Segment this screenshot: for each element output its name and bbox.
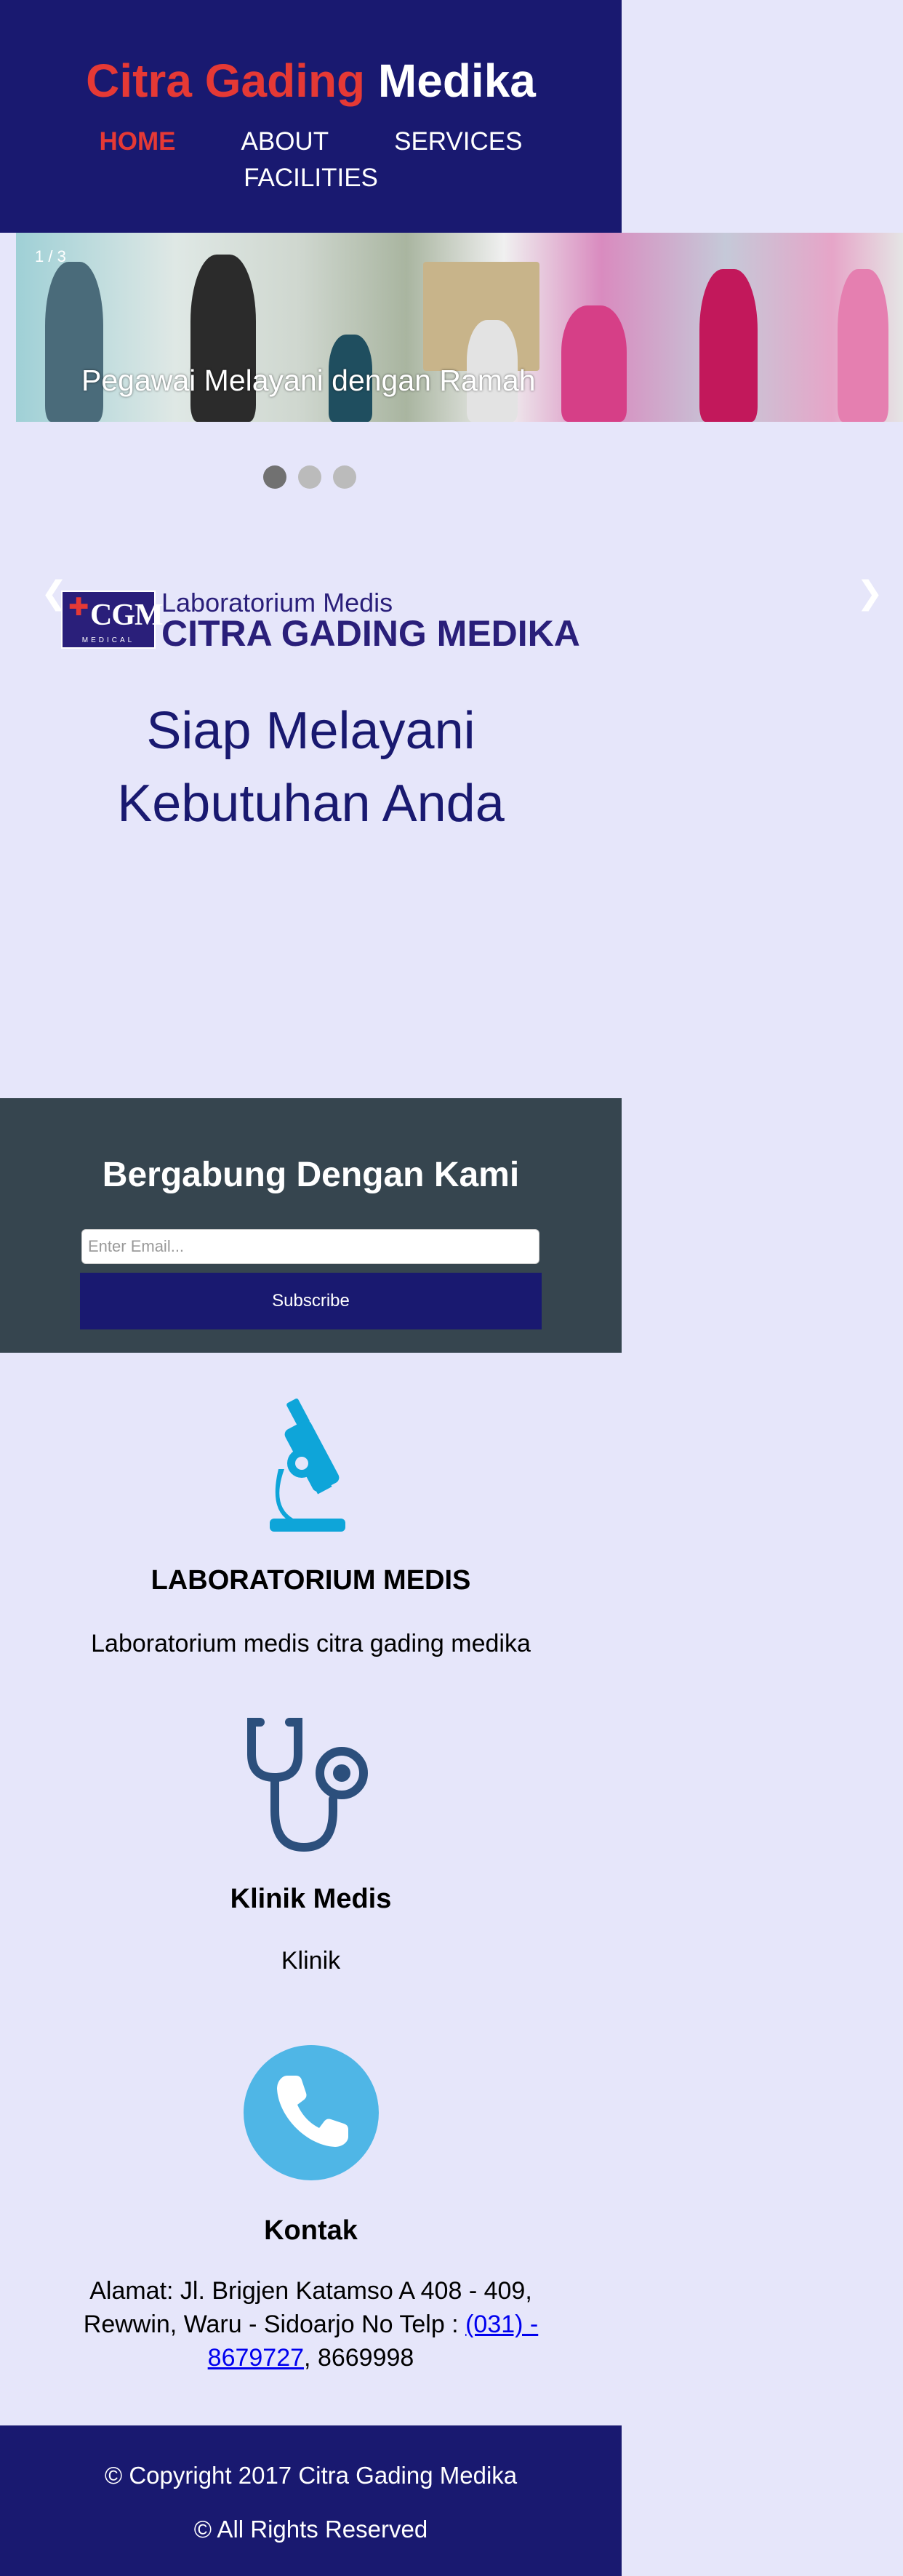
lab-title: CITRA GADING MEDIKA (161, 613, 580, 654)
phone-icon (0, 2044, 622, 2182)
slide-dot-2[interactable] (298, 465, 321, 489)
hero-line-2: Kebutuhan Anda (117, 775, 505, 833)
slide-dots (263, 465, 356, 489)
service-text: Klinik (281, 1947, 341, 1975)
footer-rights: © All Rights Reserved (193, 2516, 428, 2543)
phone-link-part1: (031) - (465, 2311, 539, 2338)
nav-home[interactable]: HOME (100, 124, 176, 160)
slide-dot-3[interactable] (333, 465, 356, 489)
contact-address: Alamat: Jl. Brigjen Katamso A 408 - 409,… (0, 2274, 622, 2375)
nav-about[interactable]: ABOUT (241, 124, 329, 160)
address-line-1: Alamat: Jl. Brigjen Katamso A 408 - 409, (89, 2277, 532, 2305)
subscribe-section: Bergabung Dengan Kami Subscribe (0, 1098, 622, 1353)
logo-text: CGM (90, 599, 164, 632)
service-text: Laboratorium medis citra gading medika (91, 1630, 531, 1657)
subscribe-title: Bergabung Dengan Kami (102, 1156, 520, 1194)
address-line-2: Rewwin, Waru - Sidoarjo No Telp : (83, 2311, 459, 2338)
hero-line-1: Siap Melayani (146, 702, 475, 760)
service-title: Kontak (264, 2215, 358, 2246)
service-kontak: Kontak Alamat: Jl. Brigjen Katamso A 408… (0, 2044, 622, 2375)
site-footer: © Copyright 2017 Citra Gading Medika © A… (0, 2425, 622, 2576)
nav-facilities[interactable]: FACILITIES (244, 160, 378, 196)
main-nav: HOME ABOUT SERVICES FACILITIES (0, 124, 622, 196)
hero-text: Siap Melayani Kebutuhan Anda (0, 695, 622, 840)
nav-services[interactable]: SERVICES (394, 124, 522, 160)
phone-link-part2: 8679727 (207, 2344, 305, 2372)
slide-dot-1[interactable] (263, 465, 286, 489)
slide-counter: 1 / 3 (35, 247, 66, 265)
cgm-logo: ✚ CGM MEDICAL (61, 591, 164, 649)
slide-caption: Pegawai Melayani dengan Ramah (81, 364, 536, 397)
service-laboratorium: LABORATORIUM MEDIS Laboratorium medis ci… (0, 1396, 622, 1660)
service-title: Klinik Medis (230, 1884, 392, 1914)
stethoscope-icon (0, 1718, 622, 1856)
microscope-icon (0, 1396, 622, 1535)
phone-rest: , 8669998 (304, 2344, 414, 2372)
logo-subtext: MEDICAL (81, 636, 135, 644)
brand-part-red: Citra Gading (86, 55, 366, 107)
brand-part-white: Medika (377, 55, 536, 107)
next-slide-button[interactable]: ❯ (856, 575, 883, 612)
footer-copyright: © Copyright 2017 Citra Gading Medika (104, 2462, 518, 2489)
service-title: LABORATORIUM MEDIS (150, 1565, 471, 1596)
subscribe-button[interactable]: Subscribe (80, 1273, 542, 1329)
site-header: Citra Gading Medika HOME ABOUT SERVICES … (0, 0, 622, 233)
slideshow: 1 / 3 Pegawai Melayani dengan Ramah (16, 233, 903, 422)
email-input[interactable] (81, 1229, 539, 1264)
site-brand[interactable]: Citra Gading Medika (0, 0, 622, 109)
service-klinik: Klinik Medis Klinik (0, 1718, 622, 1977)
red-cross-icon: ✚ (68, 593, 89, 621)
